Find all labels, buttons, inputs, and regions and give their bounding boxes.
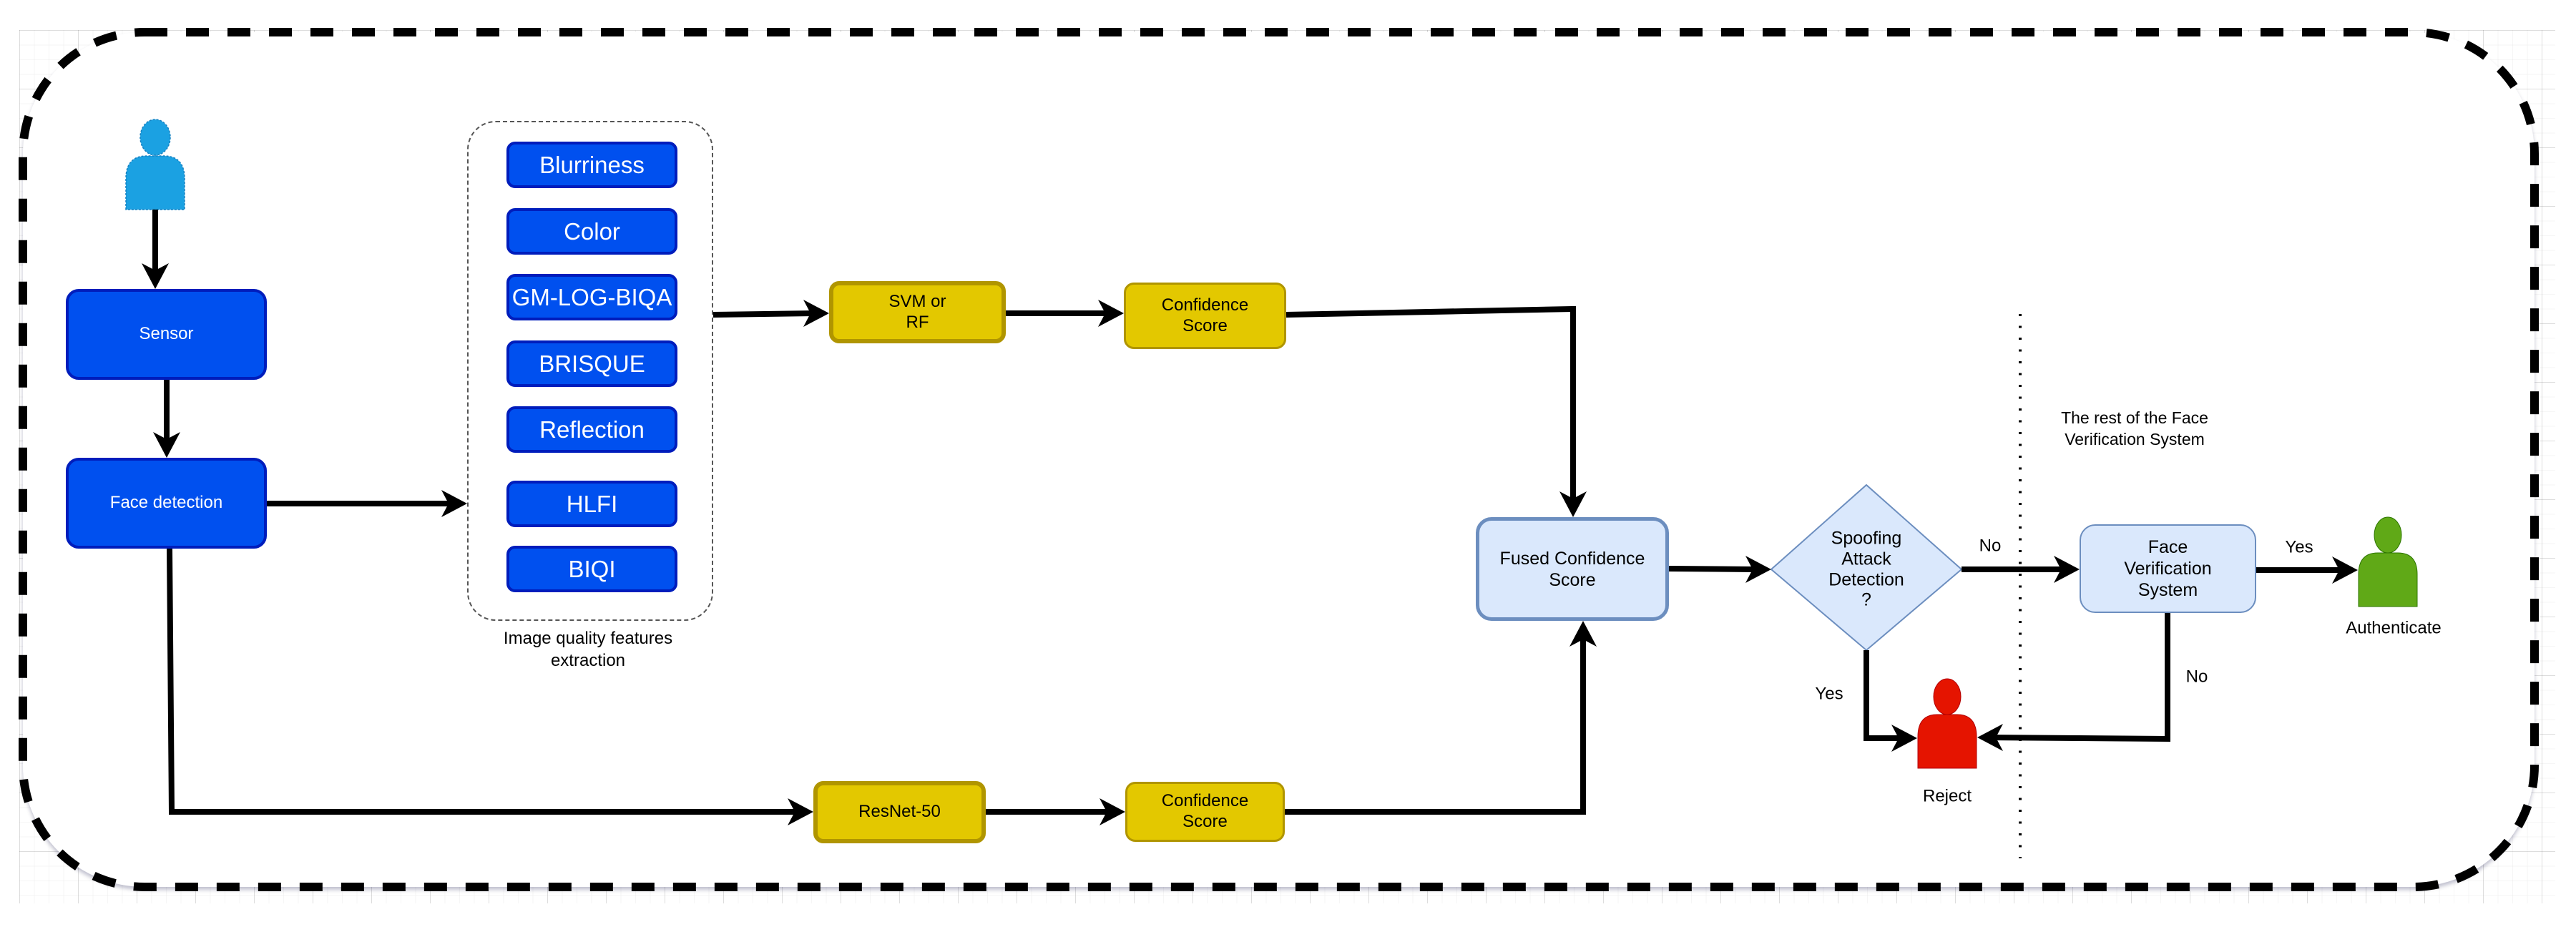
resnet-node[interactable]: ResNet-50 <box>813 781 986 843</box>
fused-line1: Fused Confidence <box>1499 548 1645 569</box>
feature-label: Reflection <box>539 416 645 443</box>
region-label-line2: Verification System <box>2065 430 2205 448</box>
classifier-label-line2: RF <box>906 312 929 332</box>
feature-reflection[interactable]: Reflection <box>506 406 677 453</box>
features-caption-line2: extraction <box>550 651 626 670</box>
face-detection-node[interactable]: Face detection <box>66 458 267 549</box>
fvs-line2: Verification <box>2124 559 2212 579</box>
confidence-score-top-node[interactable]: Confidence Score <box>1124 283 1286 349</box>
edge-confidence-fused <box>1285 305 1576 501</box>
classifier-label-line1: SVM or <box>888 291 946 311</box>
decision-line1: Spoofing <box>1831 528 1902 549</box>
classifier-node[interactable]: SVM or RF <box>829 281 1006 343</box>
edge-label-verification-no: No <box>2185 667 2208 687</box>
feature-label: GM-LOG-BIQA <box>511 283 672 310</box>
face-detection-label: Face detection <box>109 493 223 513</box>
feature-label: HLFI <box>566 490 618 517</box>
feature-biqi[interactable]: BIQI <box>506 546 677 592</box>
reject-user-icon <box>1917 678 1977 769</box>
fvs-line3: System <box>2137 580 2198 600</box>
feature-brisque[interactable]: BRISQUE <box>506 340 677 387</box>
edge-label-decision-no: No <box>1979 536 2002 556</box>
edge-features-classifier <box>712 310 815 318</box>
feature-label: BIQI <box>568 555 616 582</box>
feature-color[interactable]: Color <box>506 208 677 255</box>
reject-label: Reject <box>1922 786 1972 806</box>
features-caption: Image quality features extraction <box>504 627 672 672</box>
edge-verification-reject <box>1991 613 2170 742</box>
fused-line2: Score <box>1549 569 1596 590</box>
decision-line4: ? <box>1861 589 1871 610</box>
edge-label-decision-yes: Yes <box>1815 684 1843 704</box>
resnet-label: ResNet-50 <box>858 802 941 822</box>
feature-blurriness[interactable]: Blurriness <box>506 142 677 188</box>
decision-line2: Attack <box>1841 549 1891 569</box>
sensor-label: Sensor <box>139 324 194 344</box>
edge-label-verification-yes: Yes <box>2285 537 2313 557</box>
edge-decision-reject <box>1864 650 1903 741</box>
sensor-node[interactable]: Sensor <box>66 289 267 380</box>
user-icon <box>125 119 185 210</box>
feature-gm-log-biqa[interactable]: GM-LOG-BIQA <box>506 274 677 320</box>
decision-line3: Detection <box>1828 569 1904 589</box>
fused-confidence-node[interactable]: Fused Confidence Score <box>1476 517 1669 621</box>
edge-confidence-bottom-fused <box>1285 638 1586 815</box>
diagram-canvas: Sensor Face detection Blurriness Color G… <box>0 0 2576 932</box>
decision-label: Spoofing Attack Detection ? <box>1828 529 1904 611</box>
feature-hlfi[interactable]: HLFI <box>506 481 677 527</box>
confidence-bottom-line1: Confidence <box>1161 791 1249 811</box>
region-label: The rest of the Face Verification System <box>2061 408 2208 451</box>
feature-label: Color <box>564 217 620 245</box>
confidence-top-line2: Score <box>1182 315 1228 335</box>
diagram-connectors <box>19 28 2539 891</box>
region-label-line1: The rest of the Face <box>2061 408 2208 428</box>
system-frame-border <box>19 28 2539 891</box>
confidence-score-bottom-node[interactable]: Confidence Score <box>1125 782 1285 842</box>
authenticate-user-icon <box>2358 516 2418 607</box>
face-verification-node[interactable]: Face Verification System <box>2080 524 2256 613</box>
fvs-line1: Face <box>2148 537 2188 557</box>
confidence-top-line1: Confidence <box>1161 295 1249 315</box>
feature-label: Blurriness <box>539 151 645 178</box>
confidence-bottom-line2: Score <box>1182 812 1228 831</box>
features-caption-line1: Image quality features <box>503 628 673 648</box>
authenticate-label: Authenticate <box>2346 618 2442 638</box>
feature-label: BRISQUE <box>539 350 645 377</box>
